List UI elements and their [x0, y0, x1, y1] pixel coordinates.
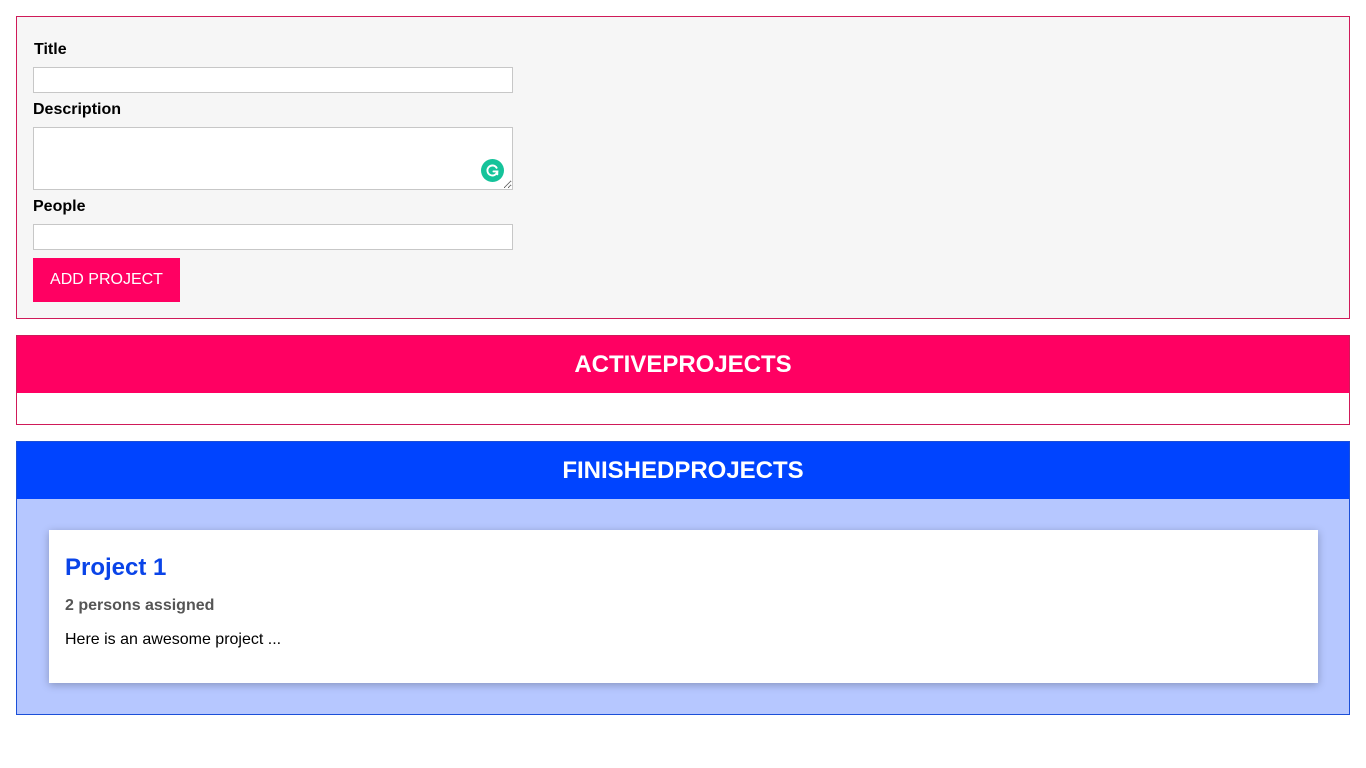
grammarly-icon[interactable]: [481, 159, 504, 182]
description-label: Description: [33, 101, 122, 118]
active-projects-heading: ACTIVEPROJECTS: [574, 350, 792, 378]
active-projects-section: ACTIVEPROJECTS: [16, 335, 1350, 425]
people-label: People: [33, 198, 86, 215]
add-project-form: Title Description People ADD PROJECT: [16, 16, 1350, 319]
project-card[interactable]: Project 1 2 persons assigned Here is an …: [49, 530, 1318, 683]
people-input[interactable]: [33, 224, 513, 250]
title-input[interactable]: [33, 67, 513, 93]
description-textarea[interactable]: [33, 127, 513, 190]
finished-projects-section: FINISHEDPROJECTS Project 1 2 persons ass…: [16, 441, 1350, 715]
project-description: Here is an awesome project ...: [65, 631, 282, 648]
project-people-count: 2 persons assigned: [65, 597, 215, 614]
active-projects-header: ACTIVEPROJECTS: [17, 336, 1349, 393]
project-title: Project 1: [65, 554, 167, 581]
finished-projects-header: FINISHEDPROJECTS: [17, 442, 1349, 499]
add-project-button[interactable]: ADD PROJECT: [33, 258, 180, 302]
title-label: Title: [34, 41, 67, 58]
finished-projects-heading: FINISHEDPROJECTS: [562, 456, 804, 484]
